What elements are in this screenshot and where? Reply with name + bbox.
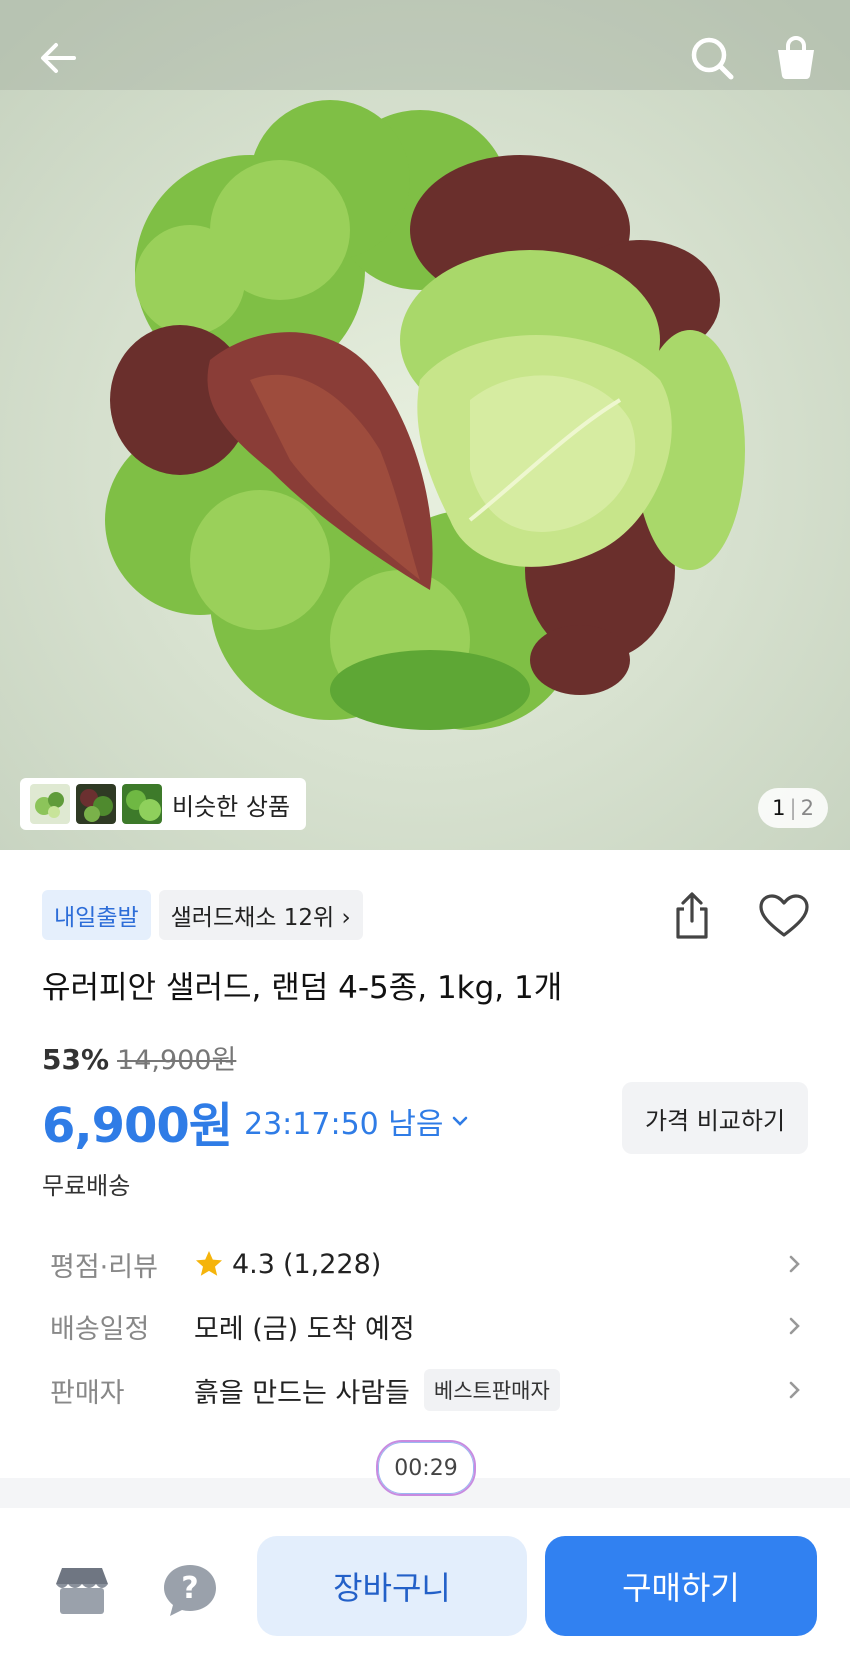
seller-name: 흙을 만드는 사람들 xyxy=(194,1377,410,1409)
store-icon xyxy=(56,1568,108,1614)
chevron-right-icon xyxy=(789,1381,800,1399)
similar-products-label: 비슷한 상품 xyxy=(172,792,291,821)
share-icon xyxy=(676,892,708,939)
similar-products-button[interactable]: 비슷한 상품 xyxy=(20,778,307,830)
ranking-tag[interactable]: 샐러드채소 12위 › xyxy=(158,890,363,940)
similar-thumb xyxy=(30,784,70,824)
product-image[interactable]: 비슷한 상품 1 | 2 xyxy=(0,0,850,850)
heart-icon xyxy=(759,894,809,937)
detail-key: 배송일정 xyxy=(50,1313,150,1345)
search-icon xyxy=(691,37,734,80)
detail-value: 흙을 만드는 사람들 베스트판매자 xyxy=(194,1369,560,1411)
svg-text:?: ? xyxy=(181,1571,198,1606)
store-button[interactable] xyxy=(50,1558,114,1622)
shopping-bag-icon xyxy=(778,36,814,79)
search-button[interactable] xyxy=(682,28,742,88)
share-button[interactable] xyxy=(664,886,720,946)
back-arrow-icon xyxy=(41,43,76,73)
pager-separator: | xyxy=(789,796,797,820)
detail-value: 모레 (금) 도착 예정 xyxy=(194,1313,415,1345)
rating-value: 4.3 xyxy=(232,1248,275,1280)
detail-row-rating[interactable]: 평점·리뷰 4.3 (1,228) xyxy=(0,1236,850,1292)
discount-percent: 53% xyxy=(42,1043,110,1076)
detail-key: 판매자 xyxy=(50,1377,125,1409)
similar-thumb xyxy=(76,784,116,824)
detail-row-seller[interactable]: 판매자 흙을 만드는 사람들 베스트판매자 xyxy=(0,1362,850,1418)
image-pager: 1 | 2 xyxy=(758,788,828,828)
detail-value: 4.3 (1,228) xyxy=(194,1249,381,1280)
product-tags: 내일출발 샐러드채소 12위 › xyxy=(42,890,363,940)
question-icon: ? xyxy=(164,1565,216,1616)
pager-current: 1 xyxy=(772,796,786,820)
chevron-right-icon xyxy=(789,1255,800,1273)
product-title: 유러피안 샐러드, 랜덤 4-5종, 1kg, 1개 xyxy=(42,970,563,1006)
deal-timer[interactable]: 23:17:50 남음 xyxy=(244,1099,471,1143)
detail-row-delivery[interactable]: 배송일정 모레 (금) 도착 예정 xyxy=(0,1298,850,1354)
bottom-action-bar: ? 장바구니 구매하기 xyxy=(0,1508,850,1676)
delivery-tag: 내일출발 xyxy=(42,890,151,940)
price-row: 6,900원 23:17:50 남음 xyxy=(42,1086,471,1156)
discount-row: 53% 14,900원 xyxy=(42,1038,236,1077)
compare-price-button[interactable]: 가격 비교하기 xyxy=(622,1082,808,1154)
add-to-cart-button[interactable]: 장바구니 xyxy=(257,1536,527,1636)
chevron-down-icon xyxy=(453,1116,468,1126)
chevron-right-icon xyxy=(789,1317,800,1335)
buy-now-button[interactable]: 구매하기 xyxy=(545,1536,817,1636)
inquiry-button[interactable]: ? xyxy=(158,1558,222,1622)
back-button[interactable] xyxy=(28,28,88,88)
detail-key: 평점·리뷰 xyxy=(50,1251,158,1283)
wishlist-button[interactable] xyxy=(756,886,812,946)
shipping-info: 무료배송 xyxy=(42,1172,131,1200)
deal-timer-text: 23:17:50 남음 xyxy=(244,1107,444,1142)
best-seller-badge: 베스트판매자 xyxy=(423,1369,560,1411)
salad-illustration xyxy=(0,0,850,850)
pager-total: 2 xyxy=(800,796,814,820)
sale-price: 6,900원 xyxy=(42,1098,233,1154)
star-icon xyxy=(196,1251,222,1276)
original-price: 14,900원 xyxy=(117,1045,237,1076)
review-count: (1,228) xyxy=(282,1248,382,1280)
cart-button[interactable] xyxy=(766,28,826,88)
recording-timer: 00:29 xyxy=(376,1440,476,1496)
similar-thumb xyxy=(122,784,162,824)
